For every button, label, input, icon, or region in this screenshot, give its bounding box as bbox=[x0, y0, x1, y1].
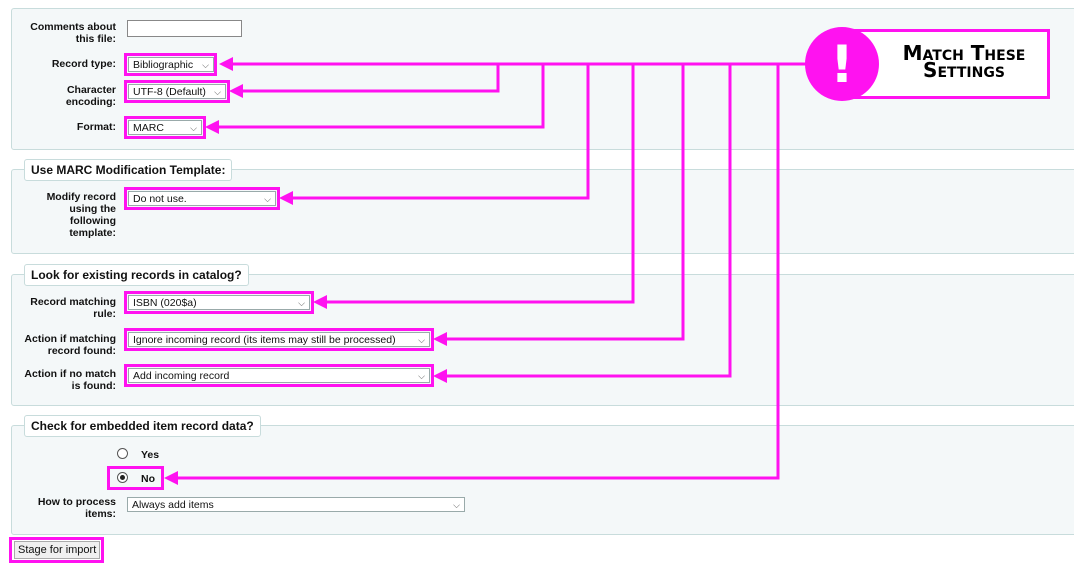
action-match-value: Ignore incoming record (its items may st… bbox=[133, 334, 396, 346]
action-match-select[interactable]: Ignore incoming record (its items may st… bbox=[128, 332, 430, 347]
action-nomatch-value: Add incoming record bbox=[133, 370, 230, 382]
callout-text: Match These Settings bbox=[902, 41, 1026, 82]
yes-radio[interactable] bbox=[117, 448, 128, 459]
record-type-label: Record type: bbox=[51, 58, 116, 70]
chevron-down-icon: ⌵ bbox=[214, 87, 221, 97]
encoding-select[interactable]: UTF-8 (Default) ⌵ bbox=[128, 84, 226, 99]
process-items-label: How to process items: bbox=[37, 496, 116, 520]
process-items-value: Always add items bbox=[132, 499, 214, 511]
yes-label: Yes bbox=[141, 449, 160, 461]
matching-legend: Look for existing records in catalog? bbox=[24, 264, 249, 286]
chevron-down-icon: ⌵ bbox=[418, 371, 425, 381]
action-match-label: Action if matching record found: bbox=[24, 333, 116, 357]
record-type-value: Bibliographic bbox=[133, 59, 194, 71]
template-select[interactable]: Do not use. ⌵ bbox=[128, 191, 276, 206]
action-nomatch-label: Action if no match is found: bbox=[24, 368, 116, 392]
comments-label: Comments about this file: bbox=[30, 21, 116, 45]
matching-rule-select[interactable]: ISBN (020$a) ⌵ bbox=[128, 295, 310, 310]
chevron-down-icon: ⌵ bbox=[418, 335, 425, 345]
items-panel bbox=[11, 425, 1074, 535]
modification-template-panel bbox=[11, 169, 1074, 254]
record-type-select[interactable]: Bibliographic ⌵ bbox=[128, 57, 214, 72]
comments-field[interactable] bbox=[127, 20, 242, 37]
exclamation-icon: ! bbox=[805, 27, 879, 101]
no-label: No bbox=[141, 473, 155, 485]
no-radio[interactable] bbox=[117, 472, 128, 483]
chevron-down-icon: ⌵ bbox=[202, 60, 209, 70]
process-items-select[interactable]: Always add items ⌵ bbox=[127, 497, 465, 512]
items-legend: Check for embedded item record data? bbox=[24, 415, 261, 437]
format-select[interactable]: MARC ⌵ bbox=[128, 120, 202, 135]
chevron-down-icon: ⌵ bbox=[190, 123, 197, 133]
format-value: MARC bbox=[133, 122, 164, 134]
chevron-down-icon: ⌵ bbox=[453, 500, 460, 510]
stage-for-import-button[interactable]: Stage for import bbox=[14, 541, 101, 559]
template-label: Modify record using the following templa… bbox=[46, 191, 116, 239]
template-value: Do not use. bbox=[133, 193, 187, 205]
encoding-value: UTF-8 (Default) bbox=[133, 86, 206, 98]
chevron-down-icon: ⌵ bbox=[298, 298, 305, 308]
format-label: Format: bbox=[76, 121, 116, 133]
chevron-down-icon: ⌵ bbox=[264, 194, 271, 204]
matching-rule-label: Record matching rule: bbox=[30, 296, 116, 320]
modification-template-legend: Use MARC Modification Template: bbox=[24, 159, 233, 181]
encoding-label: Character encoding: bbox=[65, 84, 116, 108]
action-nomatch-select[interactable]: Add incoming record ⌵ bbox=[128, 368, 430, 383]
matching-rule-value: ISBN (020$a) bbox=[133, 297, 197, 309]
